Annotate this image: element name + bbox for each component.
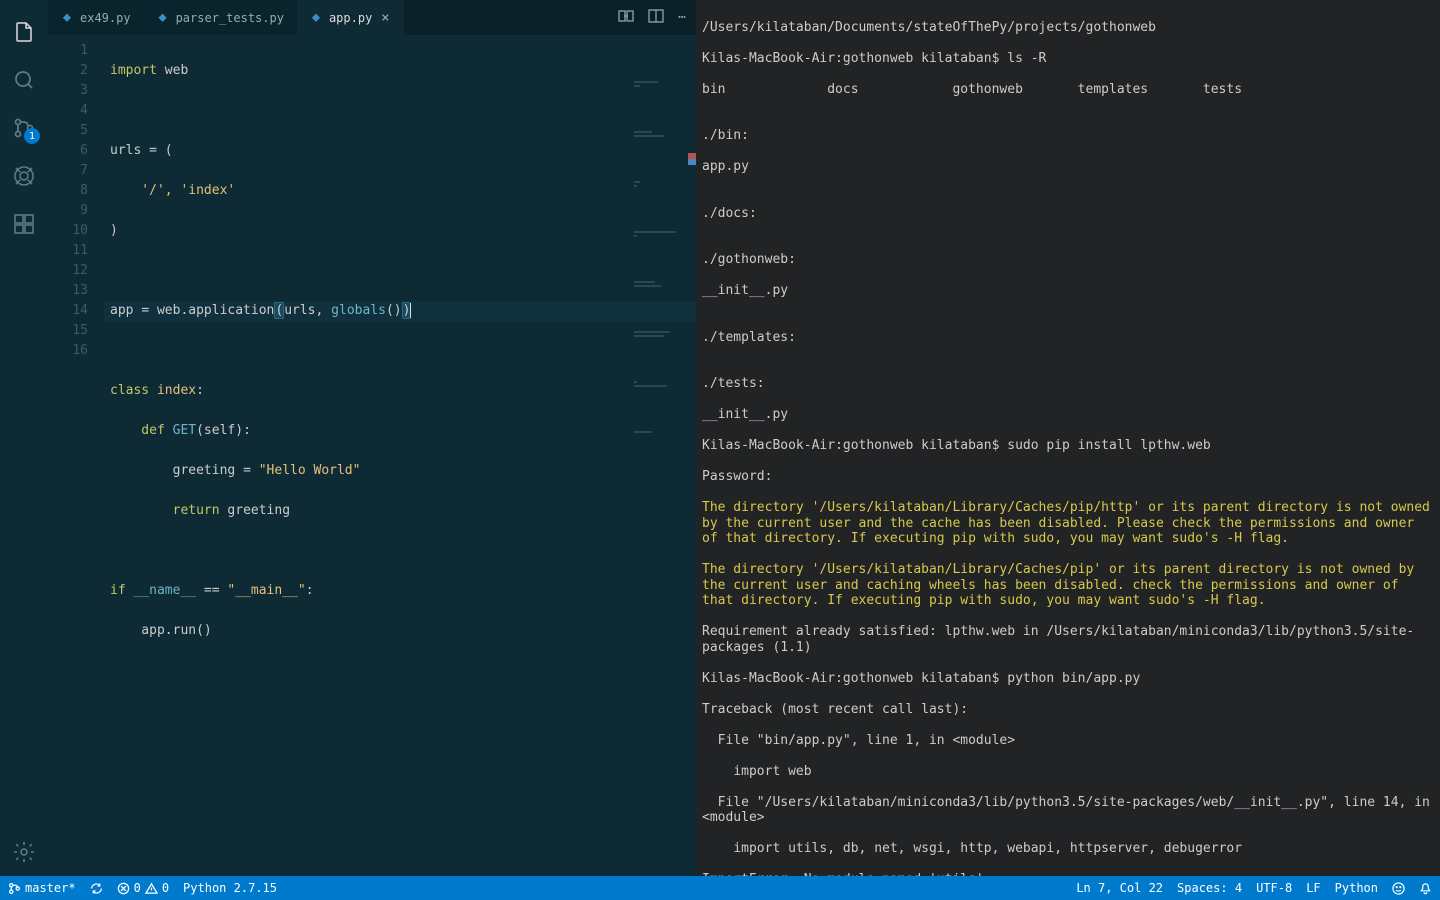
tab-label: ex49.py [80, 11, 131, 25]
settings-icon[interactable] [10, 838, 38, 866]
overview-ruler[interactable] [686, 35, 696, 876]
terminal-panel[interactable]: /Users/kilataban/Documents/stateOfThePy/… [696, 0, 1440, 876]
python-file-icon: ⬥ [60, 11, 74, 25]
debug-icon[interactable] [10, 162, 38, 190]
more-actions-icon[interactable]: ⋯ [678, 10, 686, 25]
cursor-position-status[interactable]: Ln 7, Col 22 [1076, 881, 1163, 895]
editor-group: ⬥ ex49.py ⬥ parser_tests.py ⬥ app.py × ⋯… [48, 0, 696, 876]
editor-body[interactable]: 1234 5678 9101112 13141516 import web ur… [48, 35, 696, 876]
tab-ex49[interactable]: ⬥ ex49.py [48, 0, 144, 35]
editor-actions: ⋯ [608, 0, 696, 35]
problems-status[interactable]: 0 0 [117, 881, 169, 895]
line-number-gutter: 1234 5678 9101112 13141516 [48, 35, 104, 876]
tab-label: app.py [329, 11, 372, 25]
python-file-icon: ⬥ [309, 11, 323, 25]
git-branch-status[interactable]: master* [8, 881, 76, 895]
source-control-icon[interactable]: 1 [10, 114, 38, 142]
tab-label: parser_tests.py [176, 11, 284, 25]
tab-app[interactable]: ⬥ app.py × [297, 0, 405, 35]
status-bar: master* 0 0 Python 2.7.15 Ln 7, Col 22 S… [0, 876, 1440, 900]
scm-badge: 1 [24, 128, 40, 144]
sync-status[interactable] [90, 882, 103, 895]
split-editor-icon[interactable] [648, 8, 664, 28]
main-layout: 1 ⬥ ex49.py ⬥ parser_tests.py ⬥ app.py [0, 0, 1440, 876]
editor-tabs: ⬥ ex49.py ⬥ parser_tests.py ⬥ app.py × ⋯ [48, 0, 696, 35]
explorer-icon[interactable] [10, 18, 38, 46]
python-interpreter-status[interactable]: Python 2.7.15 [183, 881, 277, 895]
language-mode-status[interactable]: Python [1335, 881, 1378, 895]
notifications-icon[interactable] [1419, 882, 1432, 895]
indentation-status[interactable]: Spaces: 4 [1177, 881, 1242, 895]
tab-parser-tests[interactable]: ⬥ parser_tests.py [144, 0, 297, 35]
activity-bar: 1 [0, 0, 48, 876]
python-file-icon: ⬥ [156, 11, 170, 25]
minimap[interactable] [634, 39, 694, 159]
encoding-status[interactable]: UTF-8 [1256, 881, 1292, 895]
extensions-icon[interactable] [10, 210, 38, 238]
close-icon[interactable]: × [378, 10, 392, 26]
eol-status[interactable]: LF [1306, 881, 1320, 895]
compare-changes-icon[interactable] [618, 8, 634, 28]
search-icon[interactable] [10, 66, 38, 94]
feedback-icon[interactable] [1392, 882, 1405, 895]
code-area[interactable]: import web urls = ( '/', 'index' ) app =… [104, 35, 696, 876]
